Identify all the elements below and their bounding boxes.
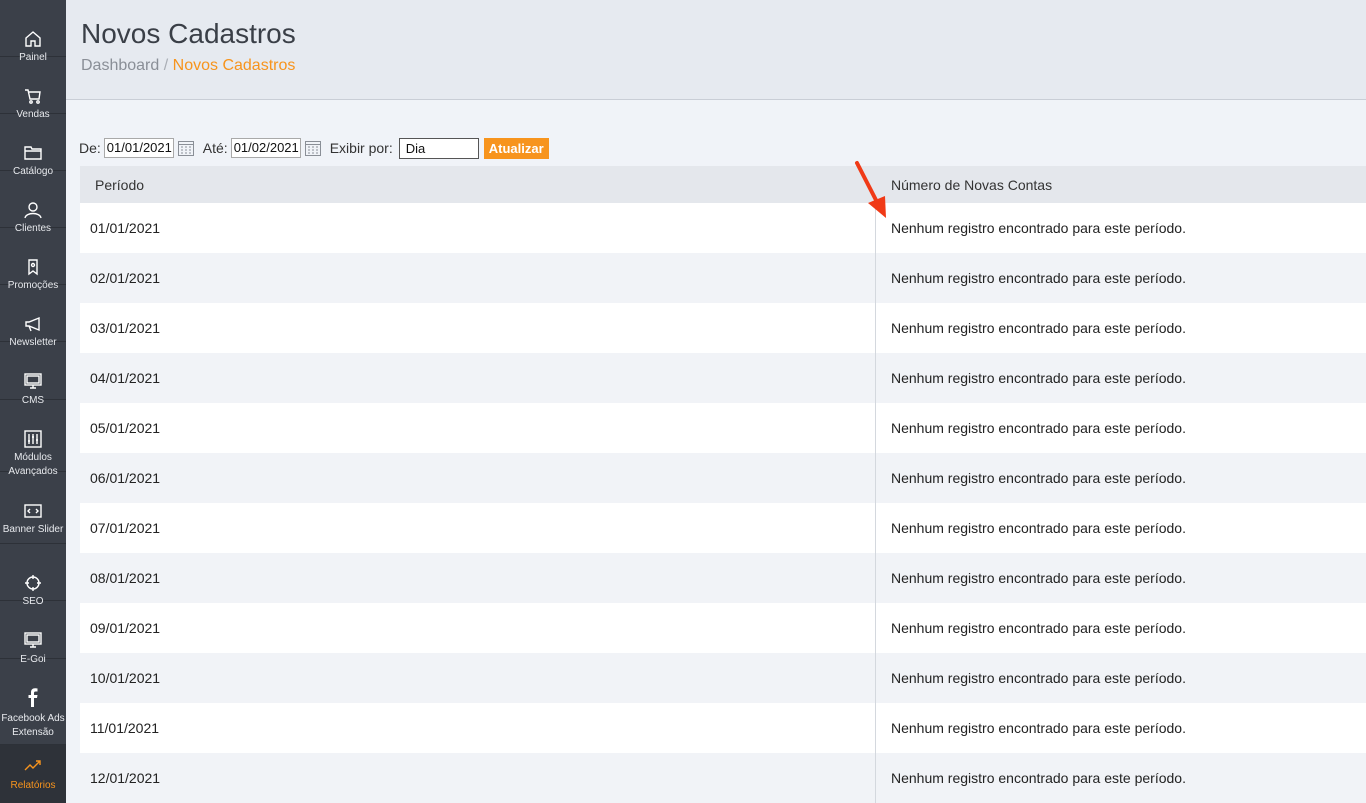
breadcrumb-separator: / <box>163 57 169 74</box>
table-row: 06/01/2021 Nenhum registro encontrado par… <box>80 453 1366 503</box>
sidebar-item-relatorios[interactable]: Relatórios <box>0 745 66 803</box>
table-row: 03/01/2021 Nenhum registro encontrado par… <box>80 303 1366 353</box>
value-cell: Nenhum registro encontrado para este per… <box>891 320 1186 336</box>
tag-icon <box>0 258 66 276</box>
period-cell: 07/01/2021 <box>80 503 876 553</box>
period-cell: 02/01/2021 <box>80 253 876 303</box>
breadcrumb: Dashboard / Novos Cadastros <box>81 57 295 75</box>
update-button[interactable]: Atualizar <box>483 137 549 159</box>
crosshair-icon <box>0 574 66 592</box>
annotation-arrow-icon <box>855 161 886 218</box>
table-row: 05/01/2021 Nenhum registro encontrado par… <box>80 403 1366 453</box>
filter-bar: De: 01/01/2021 Até: 01/02/2021 Exibir po… <box>79 137 549 159</box>
value-cell: Nenhum registro encontrado para este per… <box>891 370 1186 386</box>
table-row: 12/01/2021 Nenhum registro encontrado par… <box>80 753 1366 803</box>
value-cell: Nenhum registro encontrado para este per… <box>891 270 1186 286</box>
group-by-label: Exibir por: <box>329 140 393 156</box>
megaphone-icon <box>0 315 66 333</box>
sliders-icon <box>0 430 66 448</box>
sidebar-item-cms[interactable]: CMS <box>0 342 66 406</box>
monitor-icon <box>0 631 66 649</box>
from-date-input[interactable]: 01/01/2021 <box>103 138 174 158</box>
folder-icon <box>0 144 66 162</box>
code-icon <box>0 502 66 520</box>
table-row: 01/01/2021 Nenhum registro encontrado par… <box>80 203 1366 253</box>
group-by-select[interactable]: Dia <box>398 137 479 159</box>
page-title: Novos Cadastros <box>81 18 296 49</box>
facebook-icon <box>0 687 66 707</box>
value-cell: Nenhum registro encontrado para este per… <box>891 470 1186 486</box>
sidebar: Painel Vendas Catálogo Clientes Promoçõe… <box>0 0 66 803</box>
trend-icon <box>0 758 66 772</box>
table-row: 04/01/2021 Nenhum registro encontrado par… <box>80 353 1366 403</box>
breadcrumb-dashboard-link[interactable]: Dashboard <box>81 57 159 74</box>
period-cell: 06/01/2021 <box>80 453 876 503</box>
period-cell: 12/01/2021 <box>80 753 876 803</box>
sidebar-item-vendas[interactable]: Vendas <box>0 57 66 120</box>
sidebar-item-e-goi[interactable]: E-Goi <box>0 601 66 665</box>
sidebar-item-modulos-avancados[interactable]: Módulos Avançados <box>0 400 66 477</box>
column-header-new-accounts[interactable]: Número de Novas Contas <box>876 177 1052 193</box>
value-cell: Nenhum registro encontrado para este per… <box>891 670 1186 686</box>
period-cell: 01/01/2021 <box>80 203 876 253</box>
sidebar-item-facebook-ads[interactable]: Facebook Ads Extensão <box>0 659 66 745</box>
table-row: 09/01/2021 Nenhum registro encontrado par… <box>80 603 1366 653</box>
breadcrumb-current: Novos Cadastros <box>172 57 296 74</box>
period-cell: 08/01/2021 <box>80 553 876 603</box>
value-cell: Nenhum registro encontrado para este per… <box>891 520 1186 536</box>
value-cell: Nenhum registro encontrado para este per… <box>891 720 1186 736</box>
period-cell: 11/01/2021 <box>80 703 876 753</box>
value-cell: Nenhum registro encontrado para este per… <box>891 570 1186 586</box>
table-body: 01/01/2021 Nenhum registro encontrado par… <box>80 203 1366 803</box>
from-label: De: <box>79 140 101 156</box>
monitor-icon <box>0 372 66 390</box>
sidebar-item-painel[interactable]: Painel <box>0 0 66 63</box>
calendar-icon[interactable] <box>304 139 322 157</box>
table-row: 10/01/2021 Nenhum registro encontrado par… <box>80 653 1366 703</box>
to-label: Até: <box>202 140 228 156</box>
to-date-input[interactable]: 01/02/2021 <box>230 138 301 158</box>
period-cell: 09/01/2021 <box>80 603 876 653</box>
value-cell: Nenhum registro encontrado para este per… <box>891 420 1186 436</box>
cart-icon <box>0 87 66 105</box>
period-cell: 04/01/2021 <box>80 353 876 403</box>
table-header: Período Número de Novas Contas <box>80 166 1366 203</box>
table-row: 07/01/2021 Nenhum registro encontrado par… <box>80 503 1366 553</box>
page-header: Novos Cadastros Dashboard / Novos Cadast… <box>66 0 1366 100</box>
period-cell: 05/01/2021 <box>80 403 876 453</box>
sidebar-item-catalogo[interactable]: Catálogo <box>0 114 66 177</box>
user-icon <box>0 201 66 219</box>
period-cell: 10/01/2021 <box>80 653 876 703</box>
sidebar-item-label: Relatórios <box>10 780 56 791</box>
sidebar-item-promocoes[interactable]: Promoções <box>0 228 66 291</box>
period-cell: 03/01/2021 <box>80 303 876 353</box>
sidebar-item-newsletter[interactable]: Newsletter <box>0 285 66 348</box>
report-table: Período Número de Novas Contas 01/01/202… <box>80 166 1366 803</box>
sidebar-item-clientes[interactable]: Clientes <box>0 171 66 234</box>
sidebar-item-label: Facebook Ads Extensão <box>1 713 65 738</box>
table-row: 08/01/2021 Nenhum registro encontrado par… <box>80 553 1366 603</box>
sidebar-item-seo[interactable]: SEO <box>0 544 66 607</box>
table-row: 02/01/2021 Nenhum registro encontrado par… <box>80 253 1366 303</box>
column-header-period[interactable]: Período <box>80 177 876 193</box>
calendar-icon[interactable] <box>177 139 195 157</box>
value-cell: Nenhum registro encontrado para este per… <box>891 220 1186 236</box>
value-cell: Nenhum registro encontrado para este per… <box>891 770 1186 786</box>
table-row: 11/01/2021 Nenhum registro encontrado par… <box>80 703 1366 753</box>
home-icon <box>0 30 66 48</box>
sidebar-item-banner-slider[interactable]: Banner Slider <box>0 472 66 544</box>
value-cell: Nenhum registro encontrado para este per… <box>891 620 1186 636</box>
sidebar-item-label: Banner Slider <box>2 524 64 535</box>
